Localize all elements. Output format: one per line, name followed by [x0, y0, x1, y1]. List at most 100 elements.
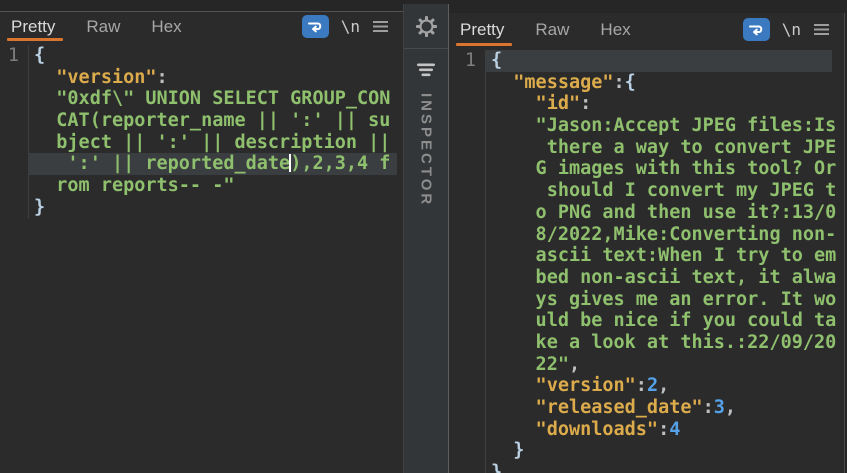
- gear-icon: [415, 15, 438, 38]
- code-token-str: ':' || reported_date: [34, 153, 290, 174]
- code-line[interactable]: {: [29, 45, 397, 67]
- code-line[interactable]: "0xdf\" UNION SELECT GROUP_CON: [29, 88, 397, 110]
- code-token-str: ys gives me an error. It wo: [491, 289, 836, 310]
- code-token-str: there a way to convert JPE: [491, 137, 836, 158]
- request-code-editor: 1 { "version": "0xdf\" UNION SELECT GROU…: [0, 45, 403, 219]
- code-line[interactable]: 22",: [486, 354, 832, 376]
- code-token-str: 8/2022,Mike:Converting non-: [491, 224, 836, 245]
- code-token-brace: {: [34, 45, 45, 66]
- code-token-str: CAT(reporter_name || ':' || su: [34, 110, 390, 131]
- inspector-title: INSPECTOR: [418, 93, 435, 207]
- code-token-brace: {: [625, 72, 636, 93]
- left-code-lines[interactable]: { "version": "0xdf\" UNION SELECT GROUP_…: [29, 45, 397, 219]
- code-token-pun: :: [580, 93, 591, 114]
- code-token-key: "message": [491, 72, 614, 93]
- code-token-str: o PNG and then use it?:13/0: [491, 202, 836, 223]
- code-line[interactable]: "message":{: [486, 72, 832, 94]
- code-line[interactable]: }: [486, 462, 832, 473]
- code-line[interactable]: ascii text:When I try to em: [486, 245, 832, 267]
- code-token-str: uld be nice if you could ta: [491, 310, 836, 331]
- code-line[interactable]: 8/2022,Mike:Converting non-: [486, 224, 832, 246]
- code-token-pun: :: [157, 67, 168, 88]
- code-line[interactable]: ys gives me an error. It wo: [486, 289, 832, 311]
- code-line[interactable]: "downloads":4: [486, 419, 832, 441]
- word-wrap-toggle-button[interactable]: [743, 18, 770, 41]
- show-newlines-button[interactable]: \n: [782, 20, 801, 39]
- tab-pretty[interactable]: Pretty: [9, 12, 57, 41]
- word-wrap-icon: [307, 19, 324, 34]
- editor-toolbar: \n: [302, 12, 403, 41]
- code-token-pun: ,: [658, 375, 669, 396]
- line-number-gutter: 1: [457, 50, 486, 473]
- code-token-pun: ,: [725, 397, 736, 418]
- hamburger-menu-icon: [813, 23, 830, 36]
- response-tabbar: Pretty Raw Hex \n: [449, 13, 844, 46]
- code-token-str: 22": [491, 354, 569, 375]
- code-token-str: "Jason:Accept JPEG files:Is: [491, 115, 836, 136]
- request-tabbar: Pretty Raw Hex \n: [0, 12, 403, 41]
- code-token-pun: :: [636, 375, 647, 396]
- right-code-lines[interactable]: { "message":{ "id": "Jason:Accept JPEG f…: [486, 50, 832, 473]
- code-line[interactable]: "version":2,: [486, 375, 832, 397]
- code-line[interactable]: should I convert my JPEG t: [486, 180, 832, 202]
- code-token-pun: :: [614, 72, 625, 93]
- response-panel: Pretty Raw Hex \n 1 { "m: [449, 13, 845, 473]
- inspector-strip[interactable]: INSPECTOR: [403, 4, 449, 473]
- code-token-str: ke a look at this.:22/09/20: [491, 332, 836, 353]
- code-line[interactable]: "version":: [29, 67, 397, 89]
- code-line[interactable]: rom reports-- -": [29, 175, 397, 197]
- show-newlines-button[interactable]: \n: [341, 17, 360, 36]
- code-line[interactable]: }: [29, 197, 397, 219]
- code-token-num: 4: [669, 419, 680, 440]
- code-token-key: "downloads": [491, 419, 658, 440]
- code-line[interactable]: ke a look at this.:22/09/20: [486, 332, 832, 354]
- hamburger-menu-icon: [372, 20, 389, 33]
- code-line[interactable]: bject || ':' || description ||: [29, 132, 397, 154]
- code-token-str: G images with this tool? Or: [491, 158, 836, 179]
- message-editor-split-view: Pretty Raw Hex \n 1 { "v: [0, 0, 847, 473]
- tab-hex[interactable]: Hex: [149, 12, 183, 41]
- tab-raw[interactable]: Raw: [84, 12, 122, 41]
- strip-divider: [404, 48, 448, 49]
- line-number-gutter: 1: [0, 45, 29, 219]
- code-line[interactable]: bed non-ascii text, it alwa: [486, 267, 832, 289]
- tab-pretty[interactable]: Pretty: [458, 13, 506, 46]
- code-token-brace: }: [491, 462, 502, 473]
- code-token-pun: :: [703, 397, 714, 418]
- code-token-str: bject || ':' || description ||: [34, 132, 390, 153]
- editor-menu-button[interactable]: [372, 20, 389, 33]
- code-token-key: "released_date": [491, 397, 703, 418]
- collapse-lines-icon: [416, 63, 436, 77]
- editor-toolbar: \n: [743, 13, 844, 46]
- word-wrap-toggle-button[interactable]: [302, 15, 329, 38]
- word-wrap-icon: [748, 22, 765, 37]
- code-line[interactable]: }: [486, 440, 832, 462]
- code-token-str: ),2,3,4 f: [290, 153, 390, 174]
- code-line[interactable]: CAT(reporter_name || ':' || su: [29, 110, 397, 132]
- code-token-pun: :: [658, 419, 669, 440]
- code-token-str: rom reports-- -": [34, 175, 234, 196]
- inspector-collapse-button[interactable]: [416, 63, 436, 77]
- code-line[interactable]: uld be nice if you could ta: [486, 310, 832, 332]
- code-line[interactable]: ':' || reported_date),2,3,4 f: [29, 153, 397, 175]
- code-token-key: "version": [491, 375, 636, 396]
- code-line[interactable]: "id":: [486, 93, 832, 115]
- request-panel: Pretty Raw Hex \n 1 { "v: [0, 11, 403, 473]
- code-token-key: "version": [34, 67, 157, 88]
- code-token-str: bed non-ascii text, it alwa: [491, 267, 836, 288]
- code-line[interactable]: "Jason:Accept JPEG files:Is: [486, 115, 832, 137]
- editor-menu-button[interactable]: [813, 23, 830, 36]
- code-line[interactable]: {: [486, 50, 832, 72]
- tab-raw[interactable]: Raw: [533, 13, 571, 46]
- editor-settings-button[interactable]: [415, 15, 438, 38]
- code-token-num: 2: [647, 375, 658, 396]
- code-token-key: "id": [491, 93, 580, 114]
- response-code-editor: 1 { "message":{ "id": "Jason:Accept JPEG…: [449, 50, 844, 473]
- code-line[interactable]: "released_date":3,: [486, 397, 832, 419]
- code-token-str: "0xdf\" UNION SELECT GROUP_CON: [34, 88, 390, 109]
- code-line[interactable]: o PNG and then use it?:13/0: [486, 202, 832, 224]
- tab-hex[interactable]: Hex: [598, 13, 632, 46]
- code-token-brace: {: [491, 50, 502, 71]
- code-line[interactable]: G images with this tool? Or: [486, 158, 832, 180]
- code-line[interactable]: there a way to convert JPE: [486, 137, 832, 159]
